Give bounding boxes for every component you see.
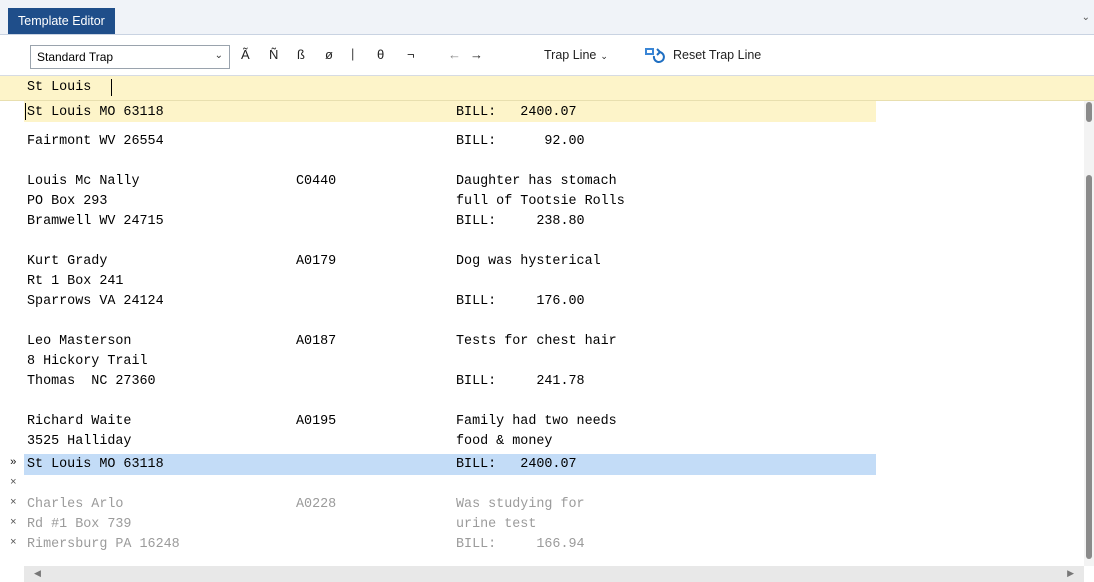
report-line[interactable]: [0, 152, 1084, 172]
report-line[interactable]: PO Box 293 full of Tootsie Rolls: [0, 192, 1084, 212]
reset-icon: [645, 48, 665, 63]
trap-line-label: Trap Line: [544, 48, 597, 62]
excluded-line-icon[interactable]: ×: [10, 517, 17, 529]
note-cell: Family had two needs: [456, 414, 617, 429]
vertical-scrollbar[interactable]: [1084, 101, 1094, 566]
note-cell: Was studying for: [456, 497, 585, 512]
report-line[interactable]: Sparrows VA 24124 BILL: 176.00: [0, 292, 1084, 312]
tab-template-editor[interactable]: Template Editor: [8, 8, 115, 34]
arrow-right-icon[interactable]: →: [470, 47, 483, 62]
trap-mode-value: Standard Trap: [37, 50, 114, 64]
note-cell: BILL: 92.00: [456, 134, 585, 149]
report-text-editor[interactable]: St Louis MO 63118 BILL: 2400.07 Fairmont W…: [0, 101, 1094, 582]
note-cell: BILL: 2400.07: [456, 105, 577, 120]
scrollbar-thumb[interactable]: [1086, 175, 1092, 559]
report-line[interactable]: Rt 1 Box 241: [0, 272, 1084, 292]
code-cell: C0440: [296, 174, 337, 189]
report-line[interactable]: 3525 Halliday food & money: [0, 432, 1084, 452]
editor-toolbar: Standard Trap ⌄ Ã Ñ ß ø | θ ¬ ← → Trap L…: [0, 35, 1094, 76]
note-cell: urine test: [456, 517, 537, 532]
text-caret: [111, 79, 112, 96]
address-cell: Richard Waite: [27, 414, 132, 429]
note-cell: Tests for chest hair: [456, 334, 617, 349]
address-cell: Fairmont WV 26554: [27, 134, 164, 149]
note-cell: Daughter has stomach: [456, 174, 617, 189]
insert-char-n-tilde-button[interactable]: Ñ: [269, 47, 278, 62]
address-cell: 3525 Halliday: [27, 434, 132, 449]
report-line[interactable]: Thomas NC 27360 BILL: 241.78: [0, 372, 1084, 392]
chevron-down-icon: ⌄: [214, 50, 223, 61]
address-cell: Sparrows VA 24124: [27, 294, 164, 309]
report-line[interactable]: Rimersburg PA 16248 BILL: 166.94: [0, 535, 1084, 555]
note-cell: full of Tootsie Rolls: [456, 194, 625, 209]
toolbar-separator: |: [351, 46, 355, 61]
arrow-left-icon[interactable]: ←: [448, 47, 461, 62]
note-cell: BILL: 238.80: [456, 214, 585, 229]
reset-trap-line-label: Reset Trap Line: [673, 48, 762, 62]
report-line[interactable]: [0, 312, 1084, 332]
insert-not-sign-button[interactable]: ¬: [407, 47, 415, 62]
note-cell: BILL: 2400.07: [456, 457, 577, 472]
address-cell: Rt 1 Box 241: [27, 274, 124, 289]
address-cell: St Louis MO 63118: [27, 105, 164, 120]
report-line[interactable]: 8 Hickory Trail: [0, 352, 1084, 372]
address-cell: Bramwell WV 24715: [27, 214, 164, 229]
note-cell: BILL: 166.94: [456, 537, 585, 552]
code-cell: A0228: [296, 497, 337, 512]
note-cell: Dog was hysterical: [456, 254, 601, 269]
code-cell: A0179: [296, 254, 337, 269]
horizontal-scrollbar[interactable]: ◀ ▶: [24, 566, 1084, 582]
insert-char-o-slash-button[interactable]: ø: [325, 47, 333, 62]
scroll-left-icon[interactable]: ◀: [34, 568, 41, 579]
current-line-marker-icon[interactable]: »: [10, 457, 17, 469]
report-line[interactable]: Kurt Grady A0179 Dog was hysterical: [0, 252, 1084, 272]
address-cell: Rimersburg PA 16248: [27, 537, 180, 552]
report-line[interactable]: [0, 475, 1084, 495]
insert-char-eszett-button[interactable]: ß: [297, 47, 305, 62]
report-line[interactable]: [0, 392, 1084, 412]
insert-char-a-tilde-button[interactable]: Ã: [241, 47, 250, 62]
excluded-line-icon[interactable]: ×: [10, 477, 17, 489]
excluded-line-icon[interactable]: ×: [10, 537, 17, 549]
note-cell: BILL: 241.78: [456, 374, 585, 389]
address-cell: Louis Mc Nally: [27, 174, 140, 189]
tab-overflow-chevron-icon[interactable]: ⌄: [1082, 12, 1090, 23]
report-line[interactable]: Leo Masterson A0187 Tests for chest hair: [0, 332, 1084, 352]
code-cell: A0195: [296, 414, 337, 429]
trap-mode-dropdown[interactable]: Standard Trap ⌄: [30, 45, 230, 69]
address-cell: St Louis MO 63118: [27, 457, 164, 472]
address-cell: 8 Hickory Trail: [27, 354, 148, 369]
report-line[interactable]: Louis Mc Nally C0440 Daughter has stomach: [0, 172, 1084, 192]
report-line[interactable]: Bramwell WV 24715 BILL: 238.80: [0, 212, 1084, 232]
report-line[interactable]: Fairmont WV 26554 BILL: 92.00: [0, 132, 1084, 152]
note-cell: BILL: 176.00: [456, 294, 585, 309]
trap-input-field[interactable]: St Louis: [0, 76, 1094, 101]
address-cell: Rd #1 Box 739: [27, 517, 132, 532]
note-cell: food & money: [456, 434, 553, 449]
scrollbar-thumb-upper[interactable]: [1086, 102, 1092, 122]
code-cell: A0187: [296, 334, 337, 349]
report-line[interactable]: Charles Arlo A0228 Was studying for: [0, 495, 1084, 515]
document-tab-bar: Template Editor ⌄: [0, 0, 1094, 35]
trap-input-value: St Louis: [27, 80, 92, 95]
scroll-right-icon[interactable]: ▶: [1067, 568, 1074, 579]
chevron-down-icon: ⌄: [600, 51, 608, 61]
insert-theta-button[interactable]: θ: [377, 47, 384, 62]
report-line[interactable]: Rd #1 Box 739 urine test: [0, 515, 1084, 535]
report-line[interactable]: Richard Waite A0195 Family had two needs: [0, 412, 1084, 432]
report-line[interactable]: St Louis MO 63118 BILL: 2400.07: [0, 103, 1084, 123]
excluded-line-icon[interactable]: ×: [10, 497, 17, 509]
address-cell: Thomas NC 27360: [27, 374, 156, 389]
trap-line-menu[interactable]: Trap Line ⌄: [544, 48, 608, 62]
address-cell: Leo Masterson: [27, 334, 132, 349]
address-cell: Kurt Grady: [27, 254, 108, 269]
address-cell: PO Box 293: [27, 194, 108, 209]
report-line[interactable]: [0, 232, 1084, 252]
address-cell: Charles Arlo: [27, 497, 124, 512]
report-line[interactable]: St Louis MO 63118 BILL: 2400.07: [0, 455, 1084, 475]
